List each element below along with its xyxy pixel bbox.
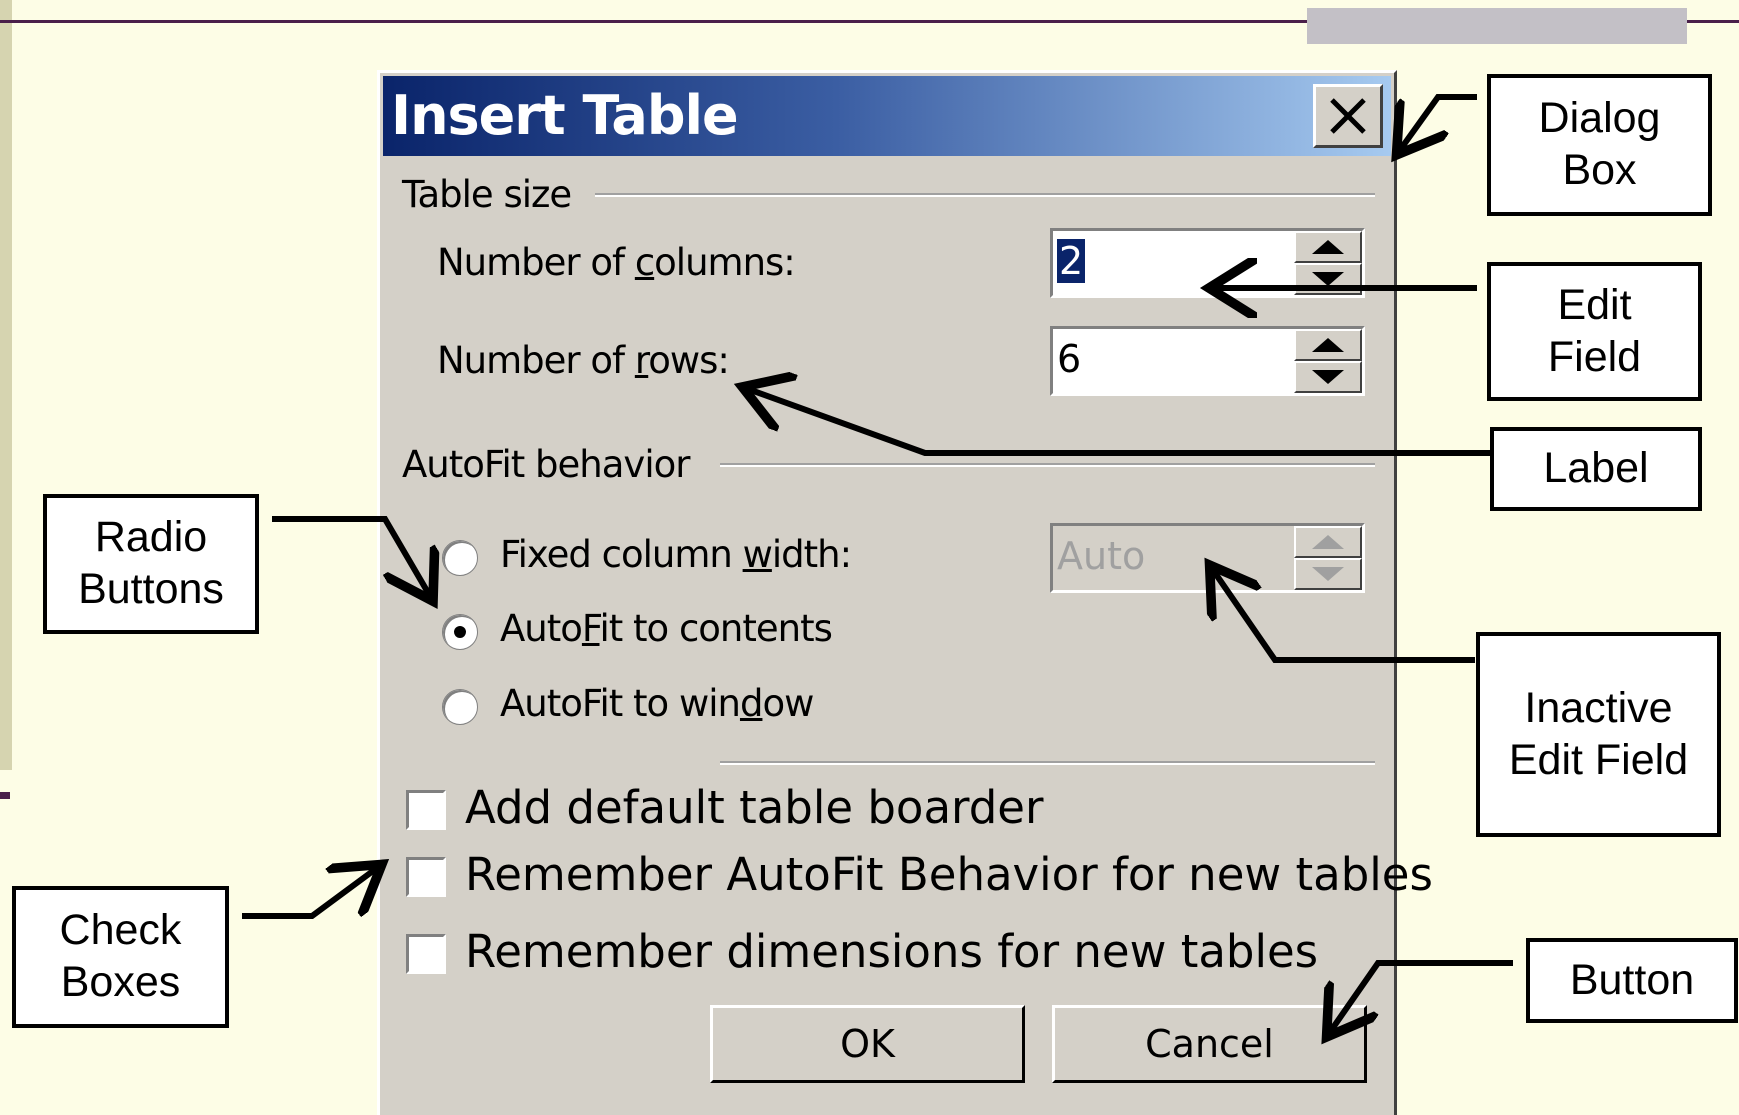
arrow-label — [748, 389, 1493, 456]
callout-check-boxes: Check Boxes — [12, 886, 229, 1028]
callout-inactive-edit-field: Inactive Edit Field — [1476, 632, 1721, 837]
arrow-check-boxes — [242, 868, 377, 919]
arrow-radio-buttons — [272, 516, 430, 596]
callout-button: Button — [1526, 938, 1738, 1023]
annotation-arrows — [242, 94, 1513, 1115]
callout-edit-field: Edit Field — [1487, 262, 1702, 401]
arrow-dialog-box — [1400, 94, 1477, 150]
callout-label: Label — [1490, 427, 1702, 511]
callout-radio-buttons: Radio Buttons — [43, 494, 259, 634]
arrow-button — [1330, 960, 1513, 1032]
arrow-inactive-edit-field — [1213, 570, 1475, 663]
callout-dialog-box: Dialog Box — [1487, 74, 1712, 216]
